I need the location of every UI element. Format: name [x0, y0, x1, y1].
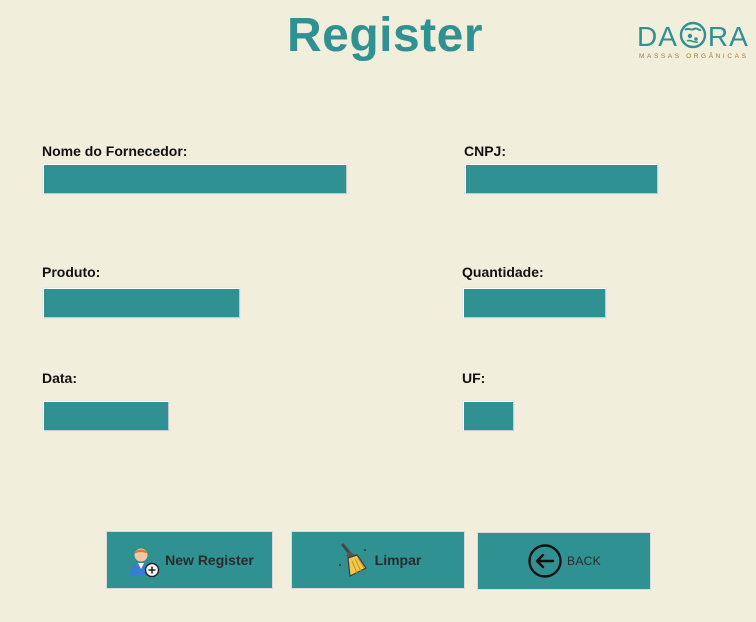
- quantity-field[interactable]: [462, 287, 607, 319]
- product-field[interactable]: [42, 287, 241, 319]
- uf-field[interactable]: [462, 400, 515, 432]
- logo-o-icon: [679, 21, 707, 49]
- cnpj-field[interactable]: [464, 163, 659, 195]
- cnpj-label: CNPJ:: [464, 143, 507, 159]
- new-register-button[interactable]: New Register: [106, 531, 273, 589]
- date-label: Data:: [42, 370, 78, 386]
- quantity-label: Quantidade:: [462, 264, 544, 280]
- uf-label: UF:: [462, 370, 486, 386]
- supplier-label: Nome do Fornecedor:: [42, 143, 188, 159]
- back-button[interactable]: BACK: [477, 532, 651, 590]
- back-arrow-icon: [527, 543, 563, 579]
- add-user-icon: [125, 542, 161, 578]
- logo-tagline: MASSAS ORGÂNICAS: [639, 53, 749, 60]
- product-label: Produto:: [42, 264, 101, 280]
- date-field[interactable]: [42, 400, 170, 432]
- clear-button[interactable]: Limpar: [291, 531, 465, 589]
- clear-label: Limpar: [374, 552, 422, 568]
- back-label: BACK: [567, 554, 601, 568]
- brand-logo: DA RA MASSAS ORGÂNICAS: [636, 20, 752, 64]
- logo-text-left: DA: [637, 21, 678, 52]
- new-register-label: New Register: [165, 552, 254, 568]
- broom-icon: [335, 541, 371, 579]
- logo-text-right: RA: [707, 21, 749, 52]
- supplier-name-field[interactable]: [42, 163, 348, 195]
